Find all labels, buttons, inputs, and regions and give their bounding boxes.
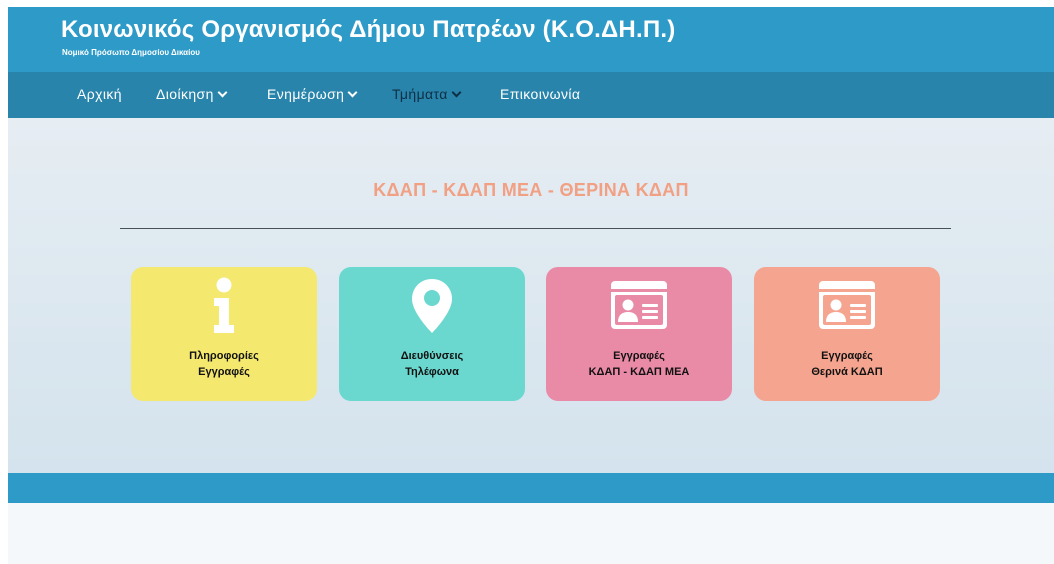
- nav-item-label: Ενημέρωση: [267, 86, 345, 102]
- card-label: Διευθύνσεις Τηλέφωνα: [339, 348, 525, 380]
- site-subtitle: Νομικό Πρόσωπο Δημοσίου Δικαίου: [62, 48, 200, 57]
- info-icon: [131, 277, 317, 337]
- site-title[interactable]: Κοινωνικός Οργανισμός Δήμου Πατρέων (Κ.Ο…: [61, 16, 675, 44]
- divider: [120, 228, 951, 229]
- nav-item-label: Τμήματα: [392, 86, 448, 102]
- main-content: ΚΔΑΠ - ΚΔΑΠ ΜΕΑ - ΘΕΡΙΝΑ ΚΔΑΠ Πληροφορίε…: [8, 118, 1054, 473]
- card-addresses-phones[interactable]: Διευθύνσεις Τηλέφωνα: [339, 267, 525, 401]
- card-label: Πληροφορίες Εγγραφές: [131, 348, 317, 380]
- card-label-line1: Διευθύνσεις: [400, 350, 464, 362]
- card-registrations-kdap[interactable]: Εγγραφές ΚΔΑΠ - ΚΔΑΠ ΜΕΑ: [546, 267, 732, 401]
- card-label-line1: Εγγραφές: [821, 350, 873, 362]
- page: Κοινωνικός Οργανισμός Δήμου Πατρέων (Κ.Ο…: [8, 7, 1054, 564]
- card-label-line1: Εγγραφές: [613, 350, 665, 362]
- id-card-icon: [546, 277, 732, 337]
- card-registrations-summer-kdap[interactable]: Εγγραφές Θερινά ΚΔΑΠ: [754, 267, 940, 401]
- card-label-line2: ΚΔΑΠ - ΚΔΑΠ ΜΕΑ: [588, 366, 690, 378]
- card-label: Εγγραφές Θερινά ΚΔΑΠ: [754, 348, 940, 380]
- chevron-down-icon: [217, 87, 228, 98]
- card-label-line1: Πληροφορίες: [189, 350, 259, 362]
- nav-item-label: Διοίκηση: [156, 86, 214, 102]
- card-info-registrations[interactable]: Πληροφορίες Εγγραφές: [131, 267, 317, 401]
- chevron-down-icon: [347, 87, 358, 98]
- nav-item-departments[interactable]: Τμήματα: [392, 86, 462, 102]
- card-label-line2: Τηλέφωνα: [405, 366, 459, 378]
- nav-item-label: Αρχική: [77, 86, 122, 102]
- nav-item-administration[interactable]: Διοίκηση: [156, 86, 228, 102]
- id-card-icon: [754, 277, 940, 337]
- nav-item-label: Επικοινωνία: [500, 86, 581, 102]
- map-marker-icon: [339, 277, 525, 337]
- nav-item-contact[interactable]: Επικοινωνία: [500, 86, 580, 102]
- main-navigation: Αρχική Διοίκηση Ενημέρωση Τμήματα Επικοι…: [8, 72, 1054, 118]
- card-label-line2: Εγγραφές: [198, 366, 250, 378]
- section-title: ΚΔΑΠ - ΚΔΑΠ ΜΕΑ - ΘΕΡΙΝΑ ΚΔΑΠ: [373, 180, 689, 200]
- site-header: Κοινωνικός Οργανισμός Δήμου Πατρέων (Κ.Ο…: [8, 7, 1054, 72]
- card-label: Εγγραφές ΚΔΑΠ - ΚΔΑΠ ΜΕΑ: [546, 348, 732, 380]
- card-label-line2: Θερινά ΚΔΑΠ: [811, 366, 883, 378]
- chevron-down-icon: [451, 87, 462, 98]
- nav-item-news[interactable]: Ενημέρωση: [267, 86, 358, 102]
- footer-band: [8, 473, 1054, 503]
- page-bottom: [8, 503, 1054, 564]
- nav-item-home[interactable]: Αρχική: [77, 86, 122, 102]
